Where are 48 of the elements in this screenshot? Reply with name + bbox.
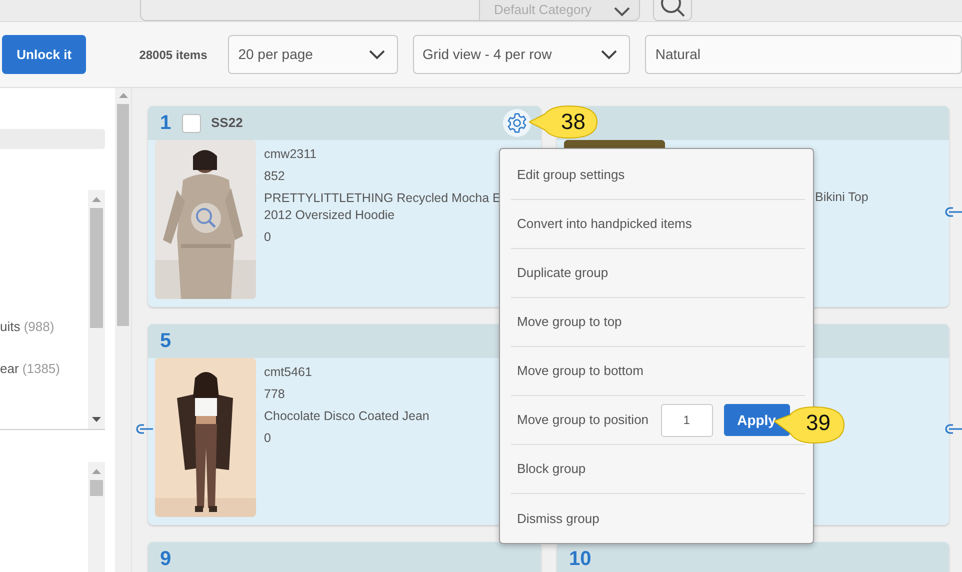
menu-item[interactable]: Duplicate group	[511, 263, 608, 283]
unlock-button[interactable]: Unlock it	[2, 35, 86, 74]
callout-number: 39	[806, 410, 830, 436]
scrollbar-thumb[interactable]	[90, 480, 103, 496]
scroll-up-icon[interactable]	[92, 469, 101, 474]
scrollbar-thumb[interactable]	[117, 104, 129, 326]
menu-item[interactable]: Block group	[511, 459, 586, 479]
group-number: 9	[160, 547, 172, 572]
scrollbar-thumb[interactable]	[90, 208, 103, 328]
position-field[interactable]: 1	[660, 404, 713, 436]
view-select[interactable]: Grid view - 4 per row	[412, 35, 630, 74]
product-value: 0	[264, 229, 272, 246]
scrollbar[interactable]	[88, 190, 105, 429]
menu-item[interactable]: Dismiss group	[511, 508, 600, 528]
category-item[interactable]: ear (1385)	[0, 358, 60, 379]
product-title: Chocolate Disco Coated Jean	[264, 408, 430, 425]
group-number: 1	[160, 111, 172, 136]
scroll-down-icon[interactable]	[92, 417, 101, 422]
scrollbar[interactable]	[115, 88, 132, 572]
magnifier-icon[interactable]	[191, 203, 221, 233]
product-sku: cmt5461	[264, 364, 313, 381]
product-title: Bikini Top	[815, 189, 868, 206]
chevron-icon	[613, 6, 631, 17]
per-page-select[interactable]: 20 per page	[228, 35, 398, 74]
group-name: SS22	[211, 114, 243, 132]
group-number: 5	[160, 329, 172, 354]
menu-item[interactable]: Convert into handpicked items	[511, 214, 692, 234]
chevron-icon	[600, 49, 618, 60]
callout-number: 38	[561, 109, 586, 135]
menu-item[interactable]: Edit group settings	[511, 165, 625, 185]
product-id: 778	[264, 386, 286, 403]
sort-select[interactable]: Natural	[645, 35, 962, 74]
group-number: 10	[569, 547, 591, 572]
chevron-icon	[368, 49, 386, 60]
item-count: 28005 items	[139, 46, 208, 64]
product-sku: cmw2311	[264, 146, 318, 163]
menu-item[interactable]: Move group to bottom	[511, 361, 644, 381]
category-item[interactable]: uits (988)	[0, 316, 54, 337]
callout-bubble	[774, 405, 846, 445]
apply-button[interactable]: Apply	[724, 404, 790, 436]
checkbox[interactable]	[182, 114, 201, 132]
menu-item[interactable]: Move group to top	[511, 312, 622, 332]
scroll-up-icon[interactable]	[119, 93, 128, 98]
settings-button[interactable]	[503, 109, 531, 137]
product-value: 0	[264, 430, 272, 447]
product-id: 852	[264, 168, 286, 185]
scrollbar[interactable]	[88, 462, 105, 572]
scroll-up-icon[interactable]	[92, 197, 101, 202]
